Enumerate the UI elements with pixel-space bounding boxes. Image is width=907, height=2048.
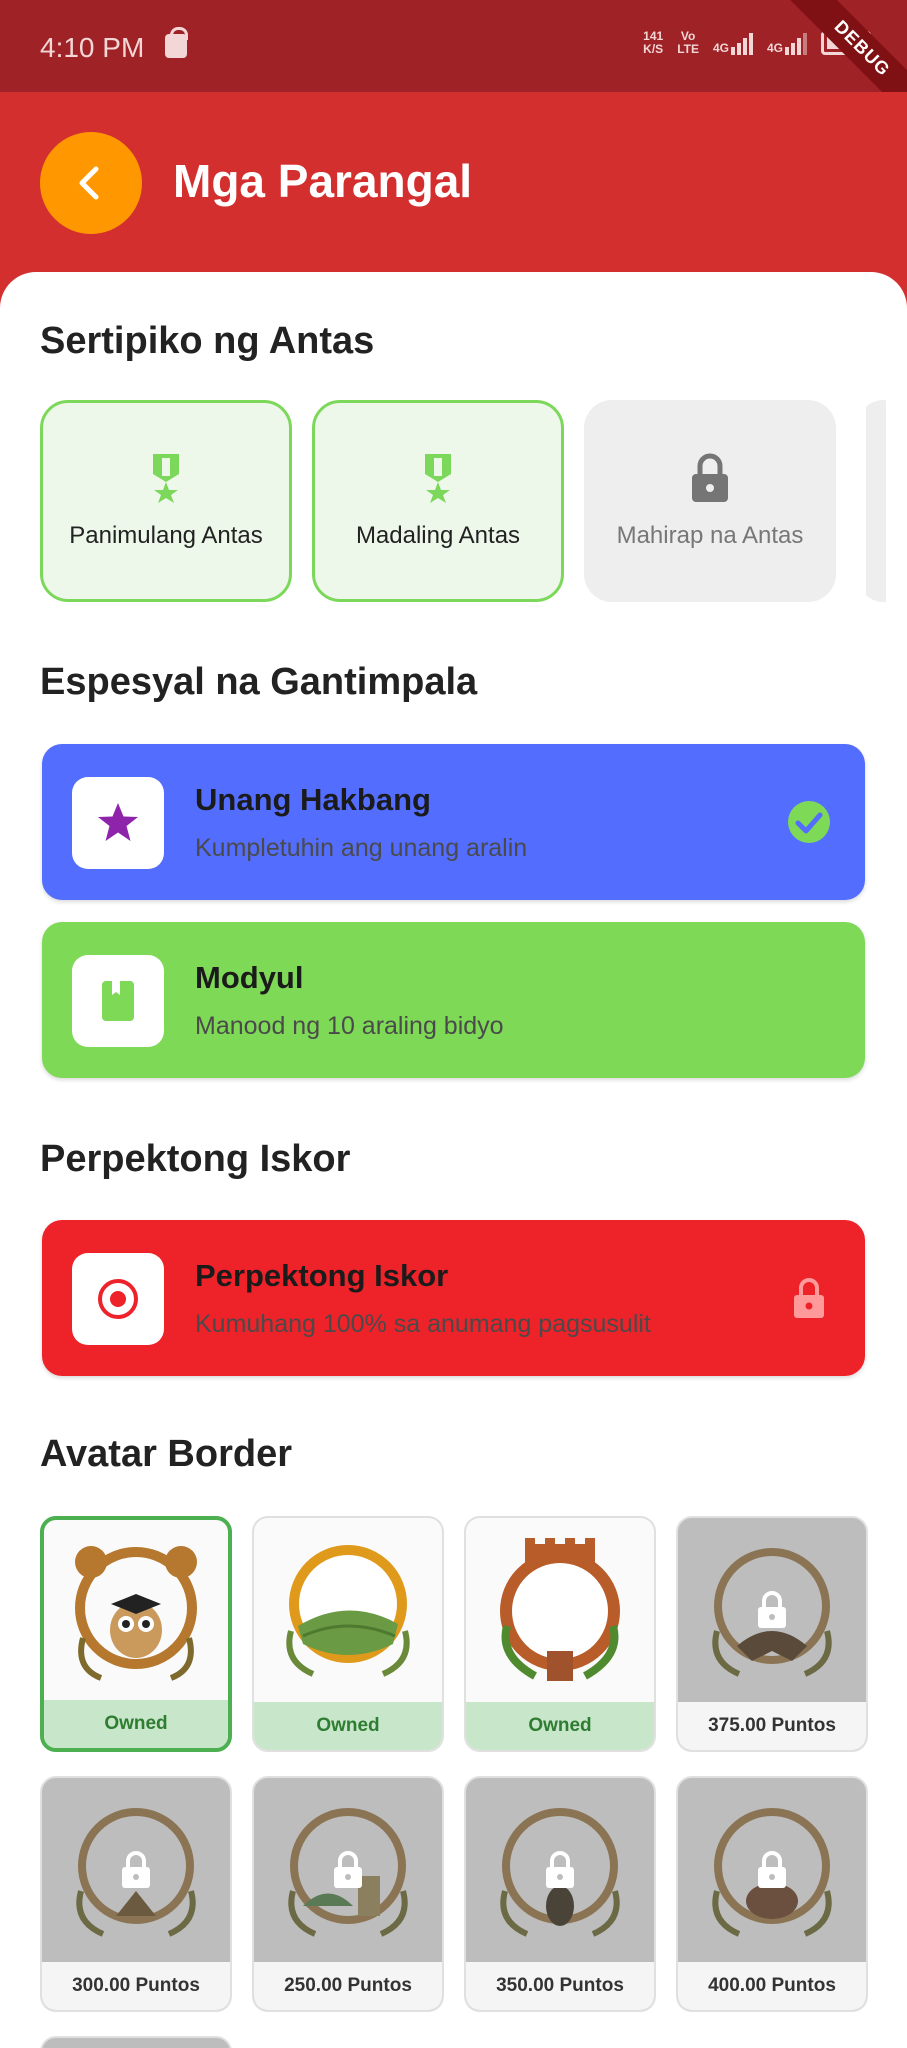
section-title-certificates: Sertipiko ng Antas bbox=[40, 320, 375, 362]
award-title: Unang Hakbang bbox=[195, 782, 431, 817]
avatar-border-art bbox=[254, 1518, 442, 1704]
avatar-border-card[interactable]: Owned bbox=[464, 1516, 656, 1752]
award-status bbox=[787, 800, 831, 844]
award-icon-box bbox=[72, 955, 164, 1047]
award-description: Kumuhang 100% sa anumang pagsusulit bbox=[195, 1310, 651, 1338]
avatar-border-card[interactable] bbox=[40, 2036, 232, 2048]
avatar-border-price: 350.00 Puntos bbox=[466, 1962, 654, 2010]
medal-icon bbox=[153, 454, 179, 503]
shopping-bag-icon bbox=[165, 27, 188, 58]
lock-icon bbox=[543, 1850, 577, 1895]
certificate-card-peek[interactable] bbox=[856, 400, 886, 602]
rice-terraces-border-icon bbox=[286, 1545, 410, 1677]
network-type-2: 4G bbox=[766, 41, 783, 55]
status-bar: 4:10 PM 141 K/S Vo LTE 4G 4G DEBUG bbox=[0, 0, 907, 122]
signal-bars-icon bbox=[730, 31, 753, 55]
avatar-border-card[interactable]: 375.00 Puntos bbox=[676, 1516, 868, 1752]
volte-indicator: Vo LTE bbox=[677, 30, 699, 56]
network-type-1: 4G bbox=[712, 41, 729, 55]
avatar-border-art bbox=[44, 1520, 228, 1706]
avatar-border-status: Owned bbox=[466, 1702, 654, 1750]
status-time: 4:10 PM bbox=[40, 32, 145, 63]
avatar-border-card[interactable]: 350.00 Puntos bbox=[464, 1776, 656, 2012]
back-button[interactable] bbox=[40, 132, 142, 234]
lock-icon bbox=[119, 1850, 153, 1895]
section-title-avatar: Avatar Border bbox=[40, 1433, 293, 1475]
net-speed-unit: K/S bbox=[643, 42, 664, 56]
lock-icon bbox=[755, 1850, 789, 1895]
avatar-border-price: 375.00 Puntos bbox=[678, 1702, 866, 1750]
signal-2: 4G bbox=[767, 31, 807, 55]
certificate-label: Madaling Antas bbox=[355, 522, 521, 549]
fort-wall-border-icon bbox=[500, 1538, 620, 1681]
avatar-border-card[interactable]: 300.00 Puntos bbox=[40, 1776, 232, 2012]
certificate-card[interactable]: Panimulang Antas bbox=[40, 400, 292, 602]
check-circle-icon bbox=[788, 801, 830, 843]
avatar-border-card[interactable]: Owned bbox=[252, 1516, 444, 1752]
avatar-border-card[interactable]: 400.00 Puntos bbox=[676, 1776, 868, 2012]
avatar-border-card[interactable]: Owned bbox=[40, 1516, 232, 1752]
award-card[interactable]: Unang Hakbang Kumpletuhin ang unang aral… bbox=[42, 744, 865, 900]
award-card[interactable]: Modyul Manood ng 10 araling bidyo bbox=[42, 922, 865, 1078]
volte-bottom: LTE bbox=[677, 42, 699, 56]
avatar-border-price: 400.00 Puntos bbox=[678, 1962, 866, 2010]
certificate-label: Mahirap na Antas bbox=[616, 522, 804, 549]
book-icon bbox=[102, 981, 134, 1021]
lock-icon bbox=[755, 1590, 789, 1635]
award-title: Perpektong Iskor bbox=[195, 1258, 449, 1293]
award-title: Modyul bbox=[195, 960, 304, 995]
signal-bars-icon bbox=[785, 31, 807, 55]
award-status bbox=[787, 1276, 831, 1320]
net-speed: 141 K/S bbox=[643, 30, 663, 56]
page-title: Mga Parangal bbox=[173, 155, 473, 207]
award-description: Manood ng 10 araling bidyo bbox=[195, 1012, 504, 1040]
section-title-perfect: Perpektong Iskor bbox=[40, 1138, 351, 1180]
signal-1: 4G bbox=[713, 31, 753, 55]
award-description: Kumpletuhin ang unang aralin bbox=[195, 834, 528, 862]
certificate-card[interactable]: Mahirap na Antas bbox=[584, 400, 836, 602]
lock-icon bbox=[794, 1278, 824, 1318]
avatar-border-art bbox=[466, 1518, 654, 1704]
chevron-left-icon bbox=[79, 166, 99, 200]
certificate-label: Panimulang Antas bbox=[69, 522, 263, 549]
lock-icon bbox=[331, 1850, 365, 1895]
lock-icon bbox=[692, 453, 728, 502]
award-icon-box bbox=[72, 1253, 164, 1345]
avatar-border-status: Owned bbox=[254, 1702, 442, 1750]
medal-icon bbox=[425, 454, 451, 503]
target-icon bbox=[98, 1279, 138, 1319]
section-title-special: Espesyal na Gantimpala bbox=[40, 661, 478, 703]
award-card[interactable]: Perpektong Iskor Kumuhang 100% sa anuman… bbox=[42, 1220, 865, 1376]
tarsier-graduate-border-icon bbox=[75, 1546, 197, 1681]
avatar-border-price: 300.00 Puntos bbox=[42, 1962, 230, 2010]
avatar-border-card[interactable]: 250.00 Puntos bbox=[252, 1776, 444, 2012]
avatar-border-price: 250.00 Puntos bbox=[254, 1962, 442, 2010]
certificate-card[interactable]: Madaling Antas bbox=[312, 400, 564, 602]
avatar-border-status: Owned bbox=[44, 1700, 228, 1748]
star-icon bbox=[98, 803, 138, 841]
award-icon-box bbox=[72, 777, 164, 869]
